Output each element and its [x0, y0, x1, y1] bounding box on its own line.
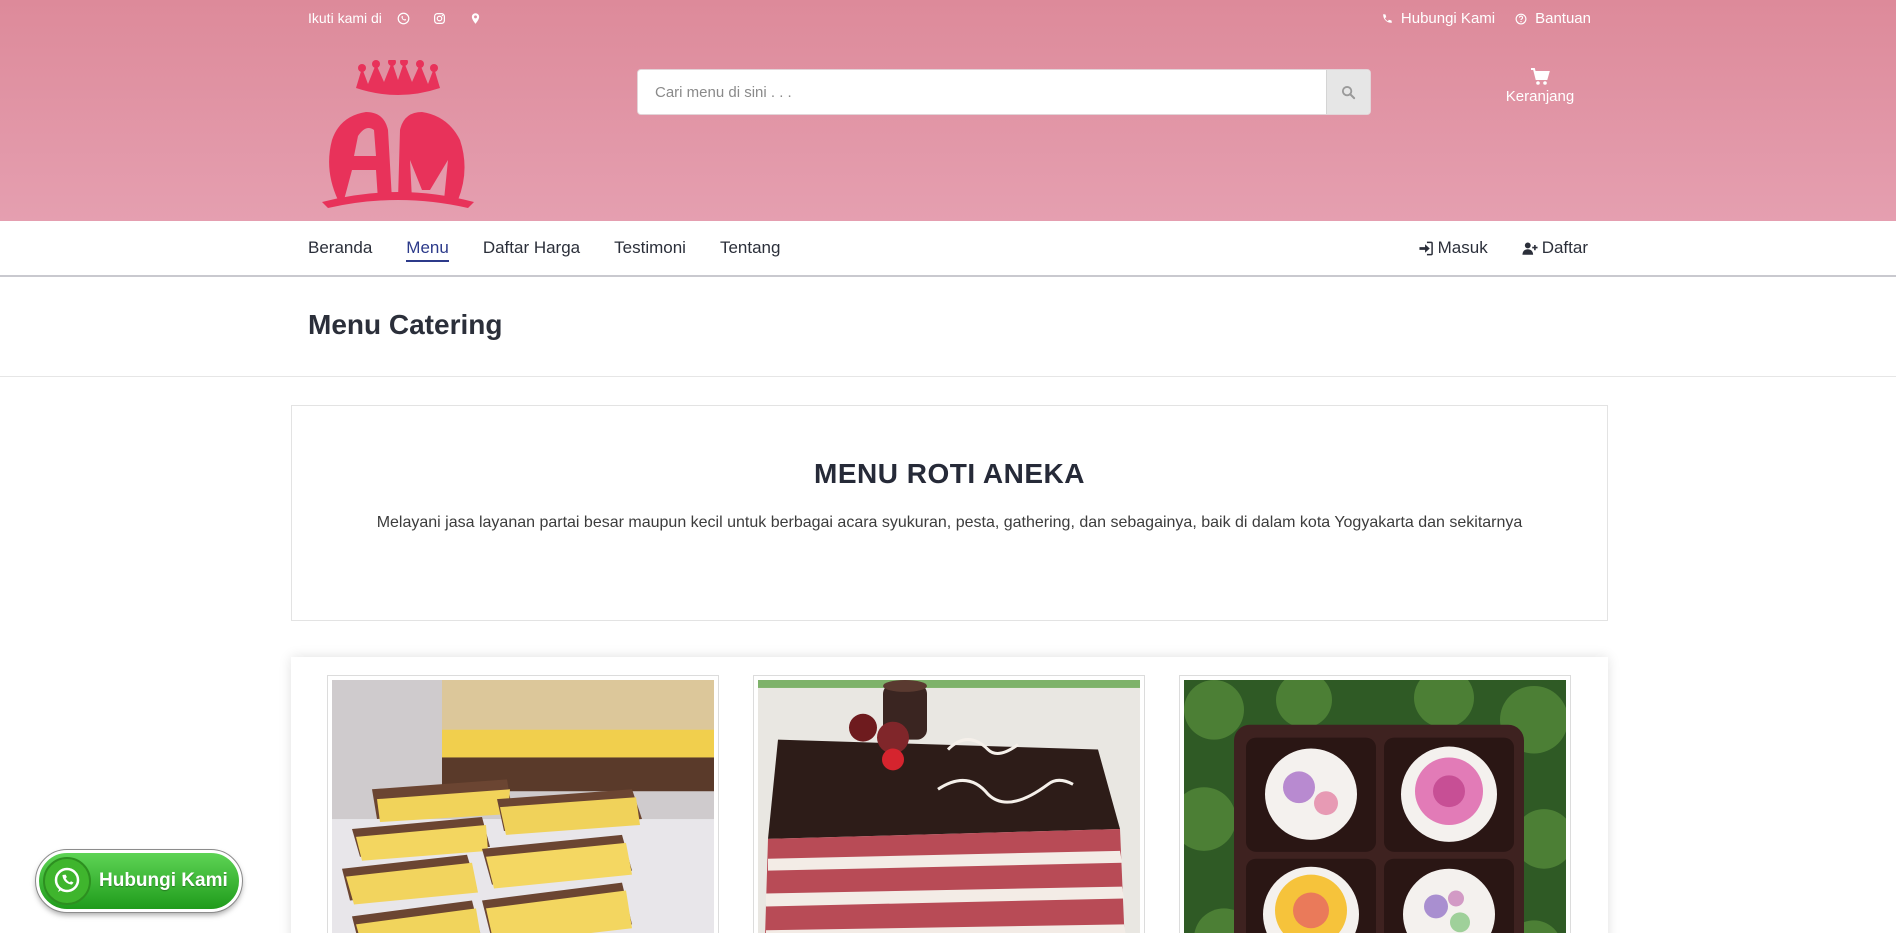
- product-image: [332, 680, 714, 933]
- menu-description: Melayani jasa layanan partai besar maupu…: [376, 514, 1523, 531]
- site-header: Ikuti kami di Hubungi Kami Bantuan Cari …: [0, 0, 1896, 221]
- product-image: [758, 680, 1140, 933]
- product-grid: [291, 657, 1608, 933]
- search-bar: [637, 69, 1371, 115]
- nav-menu: Beranda Menu Daftar Harga Testimoni Tent…: [308, 238, 814, 262]
- whatsapp-label: Hubungi Kami: [99, 870, 228, 891]
- nav-item-tentang[interactable]: Tentang: [720, 238, 781, 262]
- top-links: Hubungi Kami Bantuan: [1361, 10, 1591, 27]
- nav-item-menu[interactable]: Menu: [406, 238, 449, 262]
- help-link[interactable]: Bantuan: [1515, 10, 1591, 27]
- product-card[interactable]: [753, 675, 1145, 933]
- nav-item-beranda[interactable]: Beranda: [308, 238, 372, 262]
- register-link[interactable]: Daftar: [1522, 238, 1588, 258]
- login-link[interactable]: Masuk: [1418, 238, 1488, 258]
- contact-label: Hubungi Kami: [1400, 10, 1496, 27]
- cart-label: Keranjang: [1505, 88, 1575, 105]
- whatsapp-contact-button[interactable]: Hubungi Kami: [35, 849, 243, 913]
- page-title: Menu Catering: [308, 309, 503, 340]
- search-button[interactable]: [1326, 70, 1370, 114]
- cart-button[interactable]: Keranjang: [1500, 68, 1580, 106]
- menu-heading: MENU ROTI ANEKA: [814, 458, 1085, 489]
- sign-in-icon: [1419, 241, 1433, 255]
- user-plus-icon: [1522, 241, 1538, 255]
- phone-icon: [1383, 13, 1392, 23]
- whatsapp-icon[interactable]: [396, 10, 412, 26]
- contact-link[interactable]: Hubungi Kami: [1381, 10, 1495, 27]
- whatsapp-icon: [43, 857, 91, 905]
- nav-item-testimoni[interactable]: Testimoni: [614, 238, 686, 262]
- menu-intro-card: MENU ROTI ANEKA Melayani jasa layanan pa…: [291, 405, 1608, 621]
- nav-item-daftar-harga[interactable]: Daftar Harga: [483, 238, 580, 262]
- follow-label: Ikuti kami di: [308, 10, 382, 26]
- search-icon: [1341, 85, 1356, 99]
- auth-links: Masuk Daftar: [1384, 238, 1588, 258]
- help-label: Bantuan: [1535, 10, 1591, 27]
- register-label: Daftar: [1541, 238, 1588, 257]
- page-title-bar: Menu Catering: [0, 277, 1896, 377]
- search-input[interactable]: [638, 70, 1326, 114]
- top-bar: Ikuti kami di Hubungi Kami Bantuan: [0, 0, 1896, 36]
- social-follow: Ikuti kami di: [308, 10, 504, 26]
- shopping-cart-icon: [1531, 68, 1550, 85]
- map-marker-icon[interactable]: [468, 10, 484, 26]
- main-navbar: Beranda Menu Daftar Harga Testimoni Tent…: [0, 221, 1896, 277]
- product-card[interactable]: [1179, 675, 1571, 933]
- login-label: Masuk: [1437, 238, 1488, 257]
- product-image: [1184, 680, 1566, 933]
- question-circle-icon: [1515, 13, 1527, 24]
- brand-logo[interactable]: [318, 58, 478, 210]
- product-card[interactable]: [327, 675, 719, 933]
- instagram-icon[interactable]: [432, 10, 448, 26]
